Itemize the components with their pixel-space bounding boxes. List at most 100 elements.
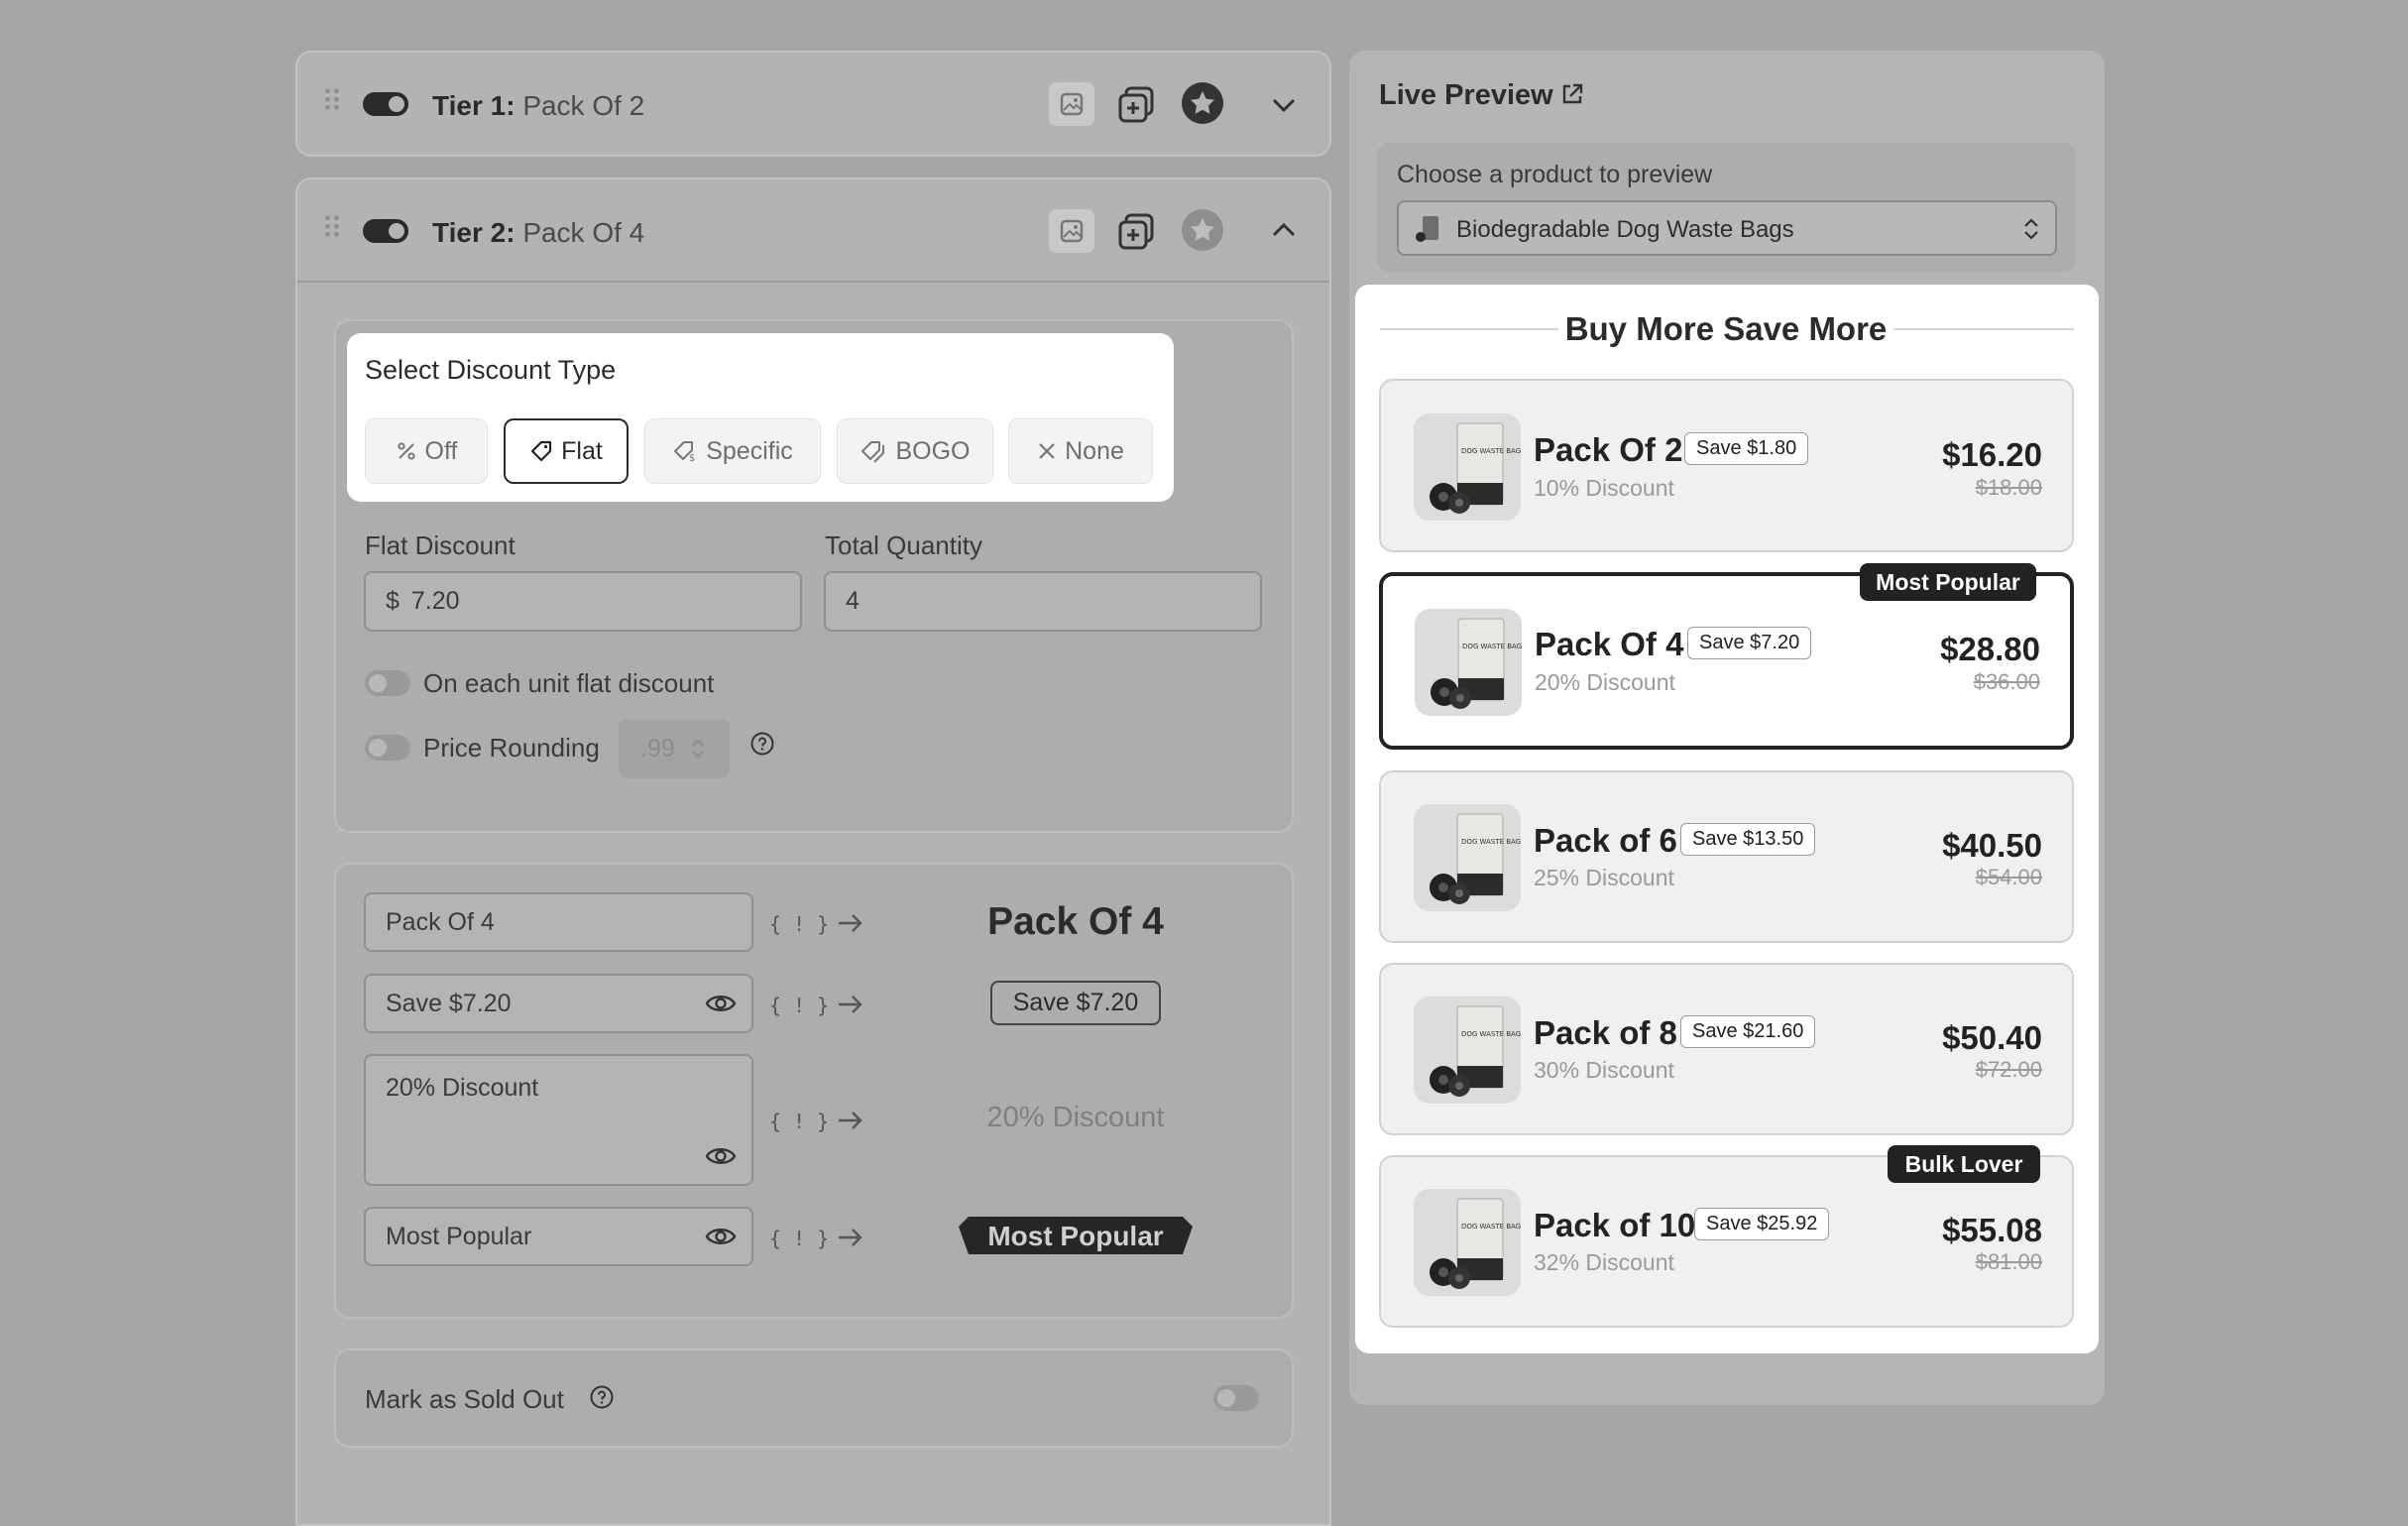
star-icon[interactable] [1180, 80, 1225, 126]
image-icon[interactable] [1049, 82, 1094, 126]
bundle-price: $55.08 [1942, 1212, 2042, 1248]
discount-option-specific[interactable]: $ Specific [644, 418, 821, 484]
bundle-option-row[interactable]: DOG WASTE BAGS Pack Of 2 Save $1.80 10% … [1379, 379, 2074, 552]
save-badge: Save $25.92 [1694, 1208, 1830, 1240]
arrow-right-icon [839, 914, 862, 932]
badge-preview-label: Most Popular [987, 1221, 1164, 1251]
compare-price: $81.00 [1975, 1249, 2042, 1274]
save-input[interactable]: Save $7.20 [364, 974, 753, 1033]
discount-option-off[interactable]: Off [365, 418, 488, 484]
title-input[interactable]: Pack Of 4 [364, 892, 753, 952]
compare-price: $36.00 [1973, 669, 2040, 694]
title-preview: Pack Of 4 [987, 900, 1164, 943]
product-select[interactable]: Biodegradable Dog Waste Bags [1397, 200, 2057, 256]
each-unit-label: On each unit flat discount [423, 668, 715, 698]
variable-token-button[interactable]: { ! } [769, 994, 829, 1017]
external-link-icon[interactable] [1559, 81, 1585, 107]
bundle-subtitle: 25% Discount [1534, 865, 1674, 890]
save-badge: Save $21.60 [1680, 1015, 1816, 1048]
price-tag-icon: $ [674, 441, 696, 463]
flat-discount-input[interactable]: $ 7.20 [364, 571, 802, 632]
discount-option-label: Specific [706, 436, 793, 465]
price-rounding-toggle[interactable] [365, 735, 410, 761]
product-image: DOG WASTE BAGS [1414, 413, 1521, 521]
help-icon[interactable] [589, 1384, 615, 1410]
discount-type-box: Select Discount Type Off Flat $ Specific… [347, 333, 1174, 502]
eye-icon[interactable] [704, 1220, 738, 1253]
price-rounding-value: .99 [640, 735, 675, 763]
eye-icon[interactable] [704, 987, 738, 1020]
tag-icon [531, 440, 552, 462]
bundle-option-row[interactable]: DOG WASTE BAGS Pack of 8 Save $21.60 30%… [1379, 963, 2074, 1135]
total-quantity-input[interactable]: 4 [824, 571, 1262, 632]
bundle-title: Pack of 10 [1534, 1207, 1696, 1243]
chevron-up-icon[interactable] [1269, 215, 1299, 245]
product-image: DOG WASTE BAGS [1414, 1189, 1521, 1296]
variable-token-button[interactable]: { ! } [769, 1227, 829, 1250]
product-picker-label: Choose a product to preview [1397, 161, 1713, 188]
eye-icon[interactable] [704, 1139, 738, 1173]
subtitle-input[interactable]: 20% Discount [364, 1054, 753, 1186]
save-badge: Save $7.20 [1687, 627, 1812, 659]
save-badge: Save $1.80 [1684, 432, 1809, 465]
badge-input[interactable]: Most Popular [364, 1207, 753, 1266]
save-preview: Save $7.20 [990, 981, 1161, 1025]
badge-input-value: Most Popular [386, 1222, 532, 1250]
tier-1-title: Tier 1: Pack Of 2 [432, 90, 644, 122]
selected-product: Biodegradable Dog Waste Bags [1456, 216, 1794, 243]
bundle-price: $50.40 [1942, 1019, 2042, 1056]
badge-preview: Most Popular [957, 1213, 1195, 1258]
each-unit-toggle[interactable] [365, 670, 410, 696]
most-popular-badge: Most Popular [1860, 563, 2036, 601]
sold-out-toggle[interactable] [1213, 1385, 1259, 1411]
drag-handle-icon[interactable]: ⠿ [321, 215, 343, 245]
bundle-price: $40.50 [1942, 827, 2042, 864]
save-badge: Save $13.50 [1680, 823, 1816, 856]
star-icon[interactable] [1180, 207, 1225, 253]
arrow-right-icon [839, 996, 862, 1013]
price-rounding-select[interactable]: .99 [619, 719, 730, 778]
tier-1-name: Pack Of 2 [522, 90, 645, 121]
arrow-right-icon [839, 1112, 862, 1129]
bundle-subtitle: 10% Discount [1534, 475, 1674, 501]
flat-discount-value: 7.20 [410, 587, 460, 615]
bulk-lover-badge: Bulk Lover [1888, 1145, 2040, 1183]
product-image: DOG WASTE BAGS [1414, 997, 1521, 1104]
discount-option-none[interactable]: None [1008, 418, 1153, 484]
duplicate-icon[interactable] [1114, 82, 1160, 128]
discount-option-label: None [1065, 436, 1124, 465]
image-icon[interactable] [1049, 209, 1094, 253]
bundle-subtitle: 20% Discount [1535, 669, 1675, 695]
subtitle-preview: 20% Discount [986, 1102, 1165, 1133]
tier-1-toggle[interactable] [363, 92, 408, 116]
chevron-down-icon[interactable] [1269, 90, 1299, 120]
svg-text:DOG WASTE BAGS: DOG WASTE BAGS [1461, 838, 1521, 846]
svg-text:DOG WASTE BAGS: DOG WASTE BAGS [1462, 643, 1522, 650]
variable-token-button[interactable]: { ! } [769, 1110, 829, 1133]
bundle-title: Pack of 6 [1534, 822, 1677, 859]
help-icon[interactable] [749, 731, 775, 757]
bundle-subtitle: 30% Discount [1534, 1057, 1674, 1083]
discount-type-title: Select Discount Type [365, 355, 617, 385]
tier-1-label: Tier 1: [432, 90, 516, 121]
bundle-price: $28.80 [1940, 631, 2040, 667]
drag-handle-icon[interactable]: ⠿ [321, 88, 343, 118]
discount-option-label: BOGO [895, 436, 971, 465]
variable-token-button[interactable]: { ! } [769, 912, 829, 936]
live-preview-title: Live Preview [1379, 79, 1553, 111]
svg-text:DOG WASTE BAGS: DOG WASTE BAGS [1461, 1030, 1521, 1038]
duplicate-icon[interactable] [1114, 209, 1160, 255]
stepper-icon [692, 739, 704, 759]
tier-1-card[interactable]: ⠿ Tier 1: Pack Of 2 [295, 51, 1331, 157]
discount-option-flat[interactable]: Flat [504, 418, 629, 484]
flat-discount-label: Flat Discount [365, 530, 516, 560]
bundle-price: $16.20 [1942, 436, 2042, 473]
bundle-subtitle: 32% Discount [1534, 1249, 1674, 1275]
arrow-right-icon [839, 1229, 862, 1246]
compare-price: $54.00 [1975, 865, 2042, 889]
tier-2-toggle[interactable] [363, 219, 408, 243]
total-quantity-value: 4 [846, 587, 860, 615]
discount-option-bogo[interactable]: BOGO [837, 418, 993, 484]
bundle-option-row[interactable]: DOG WASTE BAGS Pack of 6 Save $13.50 25%… [1379, 770, 2074, 943]
currency-prefix: $ [386, 587, 400, 615]
